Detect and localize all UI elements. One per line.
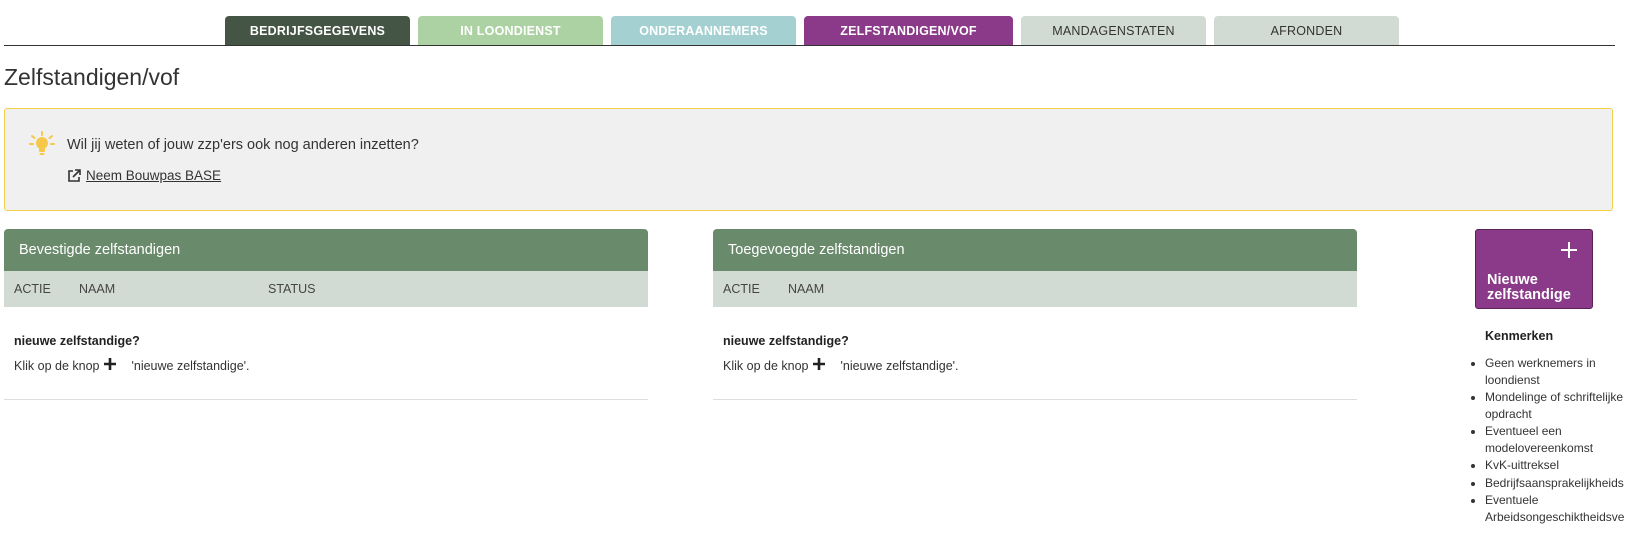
tab-in-loondienst[interactable]: IN LOONDIENST (418, 16, 603, 46)
panel-title: Toegevoegde zelfstandigen (713, 229, 1357, 271)
empty-hint-prefix: Klik op de knop (14, 359, 100, 373)
list-item: Geen werknemers in loondienst (1485, 355, 1628, 388)
panel-title: Bevestigde zelfstandigen (4, 229, 648, 271)
lightbulb-icon (29, 131, 55, 155)
tab-divider (4, 45, 1615, 46)
added-zelfstandigen-panel: Toegevoegde zelfstandigen ACTIE NAAM nie… (713, 229, 1357, 401)
kenmerken-list: Geen werknemers in loondienst Mondelinge… (1465, 355, 1628, 526)
tab-bedrijfsgegevens[interactable]: BEDRIJFSGEGEVENS (225, 16, 410, 46)
empty-state: nieuwe zelfstandige? Klik op de knop 'ni… (713, 307, 1357, 400)
bouwpas-base-link-label: Neem Bouwpas BASE (86, 168, 222, 183)
list-item: Mondelinge of schriftelijke opdracht (1485, 389, 1628, 422)
empty-title: nieuwe zelfstandige? (14, 334, 140, 348)
column-header-row: ACTIE NAAM STATUS (4, 271, 648, 307)
new-zelfstandige-label: Nieuwe zelfstandige (1487, 272, 1571, 303)
plus-icon (813, 358, 826, 370)
confirmed-zelfstandigen-panel: Bevestigde zelfstandigen ACTIE NAAM STAT… (4, 229, 648, 401)
column-status: STATUS (268, 282, 316, 296)
plus-icon (104, 358, 117, 370)
tab-onderaannemers[interactable]: ONDERAANNEMERS (611, 16, 796, 46)
new-zelfstandige-button[interactable]: Nieuwe zelfstandige (1475, 229, 1593, 309)
step-tabs: BEDRIJFSGEGEVENS IN LOONDIENST ONDERAANN… (0, 0, 1615, 46)
empty-hint-prefix: Klik op de knop (723, 359, 809, 373)
empty-state: nieuwe zelfstandige? Klik op de knop 'ni… (4, 307, 648, 400)
bouwpas-base-link[interactable]: Neem Bouwpas BASE (67, 168, 221, 183)
empty-title: nieuwe zelfstandige? (723, 334, 849, 348)
list-item: KvK-uittreksel (1485, 457, 1628, 474)
list-item: Eventuele Arbeidsongeschiktheidsve (1485, 492, 1628, 525)
column-actie: ACTIE (723, 282, 760, 296)
column-actie: ACTIE (14, 282, 51, 296)
list-item: Bedrijfsaansprakelijkheids (1485, 475, 1628, 492)
column-naam: NAAM (788, 282, 825, 296)
tab-mandagenstaten[interactable]: MANDAGENSTATEN (1021, 16, 1206, 46)
info-box: Wil jij weten of jouw zzp'ers ook nog an… (4, 108, 1613, 211)
empty-hint-suffix: 'nieuwe zelfstandige'. (131, 359, 250, 373)
column-header-row: ACTIE NAAM (713, 271, 1357, 307)
empty-hint: Klik op de knop 'nieuwe zelfstandige'. (723, 358, 959, 373)
external-link-icon (68, 168, 81, 182)
empty-hint: Klik op de knop 'nieuwe zelfstandige'. (14, 358, 250, 373)
kenmerken-title: Kenmerken (1485, 329, 1554, 343)
info-text: Wil jij weten of jouw zzp'ers ook nog an… (67, 137, 419, 153)
tab-afronden[interactable]: AFRONDEN (1214, 16, 1399, 46)
empty-hint-suffix: 'nieuwe zelfstandige'. (840, 359, 959, 373)
list-item: Eventueel een modelovereenkomst (1485, 423, 1628, 456)
page-title: Zelfstandigen/vof (4, 64, 180, 90)
plus-icon (1561, 242, 1577, 258)
column-naam: NAAM (79, 282, 116, 296)
tab-zelfstandigen-vof[interactable]: ZELFSTANDIGEN/VOF (804, 16, 1013, 46)
